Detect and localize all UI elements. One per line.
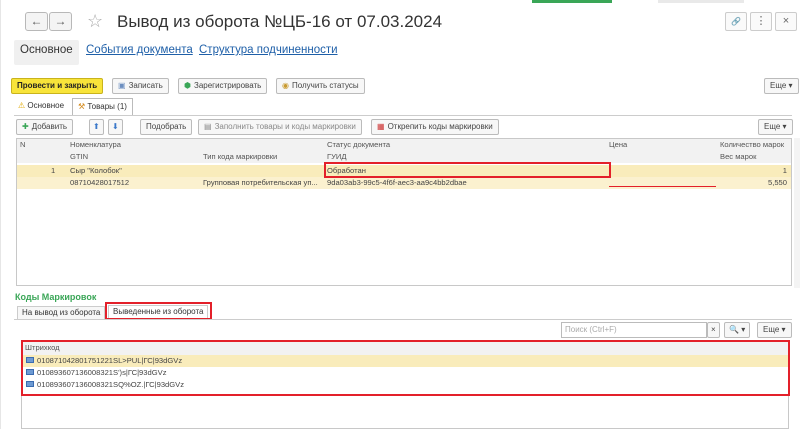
more-vertical-icon: ⋮ <box>755 15 767 27</box>
close-icon: × <box>782 15 790 27</box>
barcodes-highlight-box <box>21 340 790 396</box>
goods-more-button[interactable]: Еще ▾ <box>758 119 793 135</box>
tab-to-withdraw[interactable]: На вывод из оборота <box>17 306 106 320</box>
move-up-button[interactable]: ⬆ <box>89 119 104 135</box>
row-nomenclature: Сыр "Колобок" <box>70 166 122 175</box>
more-label: Еще <box>770 81 787 90</box>
forward-button[interactable]: → <box>49 12 72 31</box>
save-button[interactable]: ▣ Записать <box>112 78 169 94</box>
shield-icon: ⬢ <box>184 81 191 90</box>
active-window-indicator <box>532 0 612 3</box>
codes-tabs-divider <box>14 319 792 320</box>
fill-icon: ▤ <box>204 122 212 131</box>
add-label: Добавить <box>31 122 68 131</box>
register-button[interactable]: ⬢ Зарегистрировать <box>178 78 268 94</box>
tab-inner-main[interactable]: ⚠ Основное <box>13 98 69 115</box>
row-code-type: Групповая потребительская уп... <box>203 178 318 187</box>
more-button[interactable]: Еще ▾ <box>764 78 799 94</box>
codes-more-button[interactable]: Еще ▾ <box>757 322 792 338</box>
col-code-type: Тип кода маркировки <box>203 152 278 161</box>
tab-goods[interactable]: ⚒ Товары (1) <box>72 98 133 115</box>
goods-more-label: Еще <box>764 122 781 131</box>
tab-document-events[interactable]: События документа <box>86 44 193 56</box>
row-weight: 5,550 <box>767 178 787 187</box>
close-icon: × <box>711 325 716 334</box>
arrow-down-icon: ⬇ <box>112 122 119 131</box>
save-label: Записать <box>128 81 163 90</box>
window-tab-indicator <box>658 0 744 3</box>
post-and-close-button[interactable]: Провести и закрыть <box>11 78 104 94</box>
fill-goods-button[interactable]: ▤ Заполнить товары и коды маркировки <box>198 119 362 135</box>
search-button[interactable]: 🔍 ▾ <box>724 322 751 338</box>
col-nomenclature: Номенклатура <box>70 140 121 149</box>
chevron-down-icon: ▾ <box>741 325 746 334</box>
col-status: Статус документа <box>327 140 391 149</box>
row-qty: 1 <box>782 166 787 175</box>
get-statuses-label: Получить статусы <box>291 81 359 90</box>
table-row-detail[interactable]: 08710428017512 Групповая потребительская… <box>17 177 791 189</box>
chevron-down-icon: ▾ <box>788 81 793 90</box>
col-weight: Вес марок <box>720 152 757 161</box>
row-guid: 9da03ab3-99c5-4f6f-aec3-aa9c4bb2dbae <box>327 178 467 187</box>
status-highlight-box <box>324 162 611 178</box>
link-button[interactable]: 🔗 <box>725 12 747 31</box>
plus-icon: ✚ <box>22 122 29 131</box>
favorite-star-icon[interactable]: ☆ <box>87 11 103 31</box>
price-error-underline <box>609 186 716 187</box>
status-icon: ◉ <box>282 81 289 90</box>
move-down-button[interactable]: ⬇ <box>108 119 123 135</box>
detach-codes-button[interactable]: ▦ Открепить коды маркировки <box>371 119 499 135</box>
warning-icon: ⚠ <box>18 101 26 110</box>
table-header-row: N Номенклатура Статус документа Цена Кол… <box>17 139 791 151</box>
get-statuses-button[interactable]: ◉ Получить статусы <box>276 78 365 94</box>
search-clear-button[interactable]: × <box>707 322 720 338</box>
window-left-border <box>0 0 1 429</box>
tab-main[interactable]: Основное <box>14 40 79 65</box>
search-icon: 🔍 <box>729 325 739 334</box>
pick-button[interactable]: Подобрать <box>140 119 193 135</box>
search-input[interactable]: Поиск (Ctrl+F) <box>561 322 707 338</box>
chevron-down-icon: ▾ <box>782 122 787 131</box>
arrow-right-icon: → <box>54 14 67 28</box>
link-icon: 🔗 <box>731 17 741 26</box>
goods-scrollbar[interactable] <box>794 138 800 288</box>
tab-subordination-structure[interactable]: Структура подчиненности <box>199 44 338 56</box>
tab-inner-main-label: Основное <box>27 101 65 110</box>
codes-section-title: Коды Маркировок <box>15 292 97 302</box>
register-label: Зарегистрировать <box>193 81 262 90</box>
detach-icon: ▦ <box>377 122 385 131</box>
col-qty: Количество марок <box>720 140 785 149</box>
close-button[interactable]: × <box>775 12 797 31</box>
add-button[interactable]: ✚ Добавить <box>16 119 74 135</box>
goods-table: N Номенклатура Статус документа Цена Кол… <box>16 138 792 286</box>
document-title: Вывод из оборота №ЦБ-16 от 07.03.2024 <box>117 12 443 31</box>
row-gtin: 08710428017512 <box>70 178 130 187</box>
tab-goods-label: Товары (1) <box>87 102 127 111</box>
col-n: N <box>20 140 26 149</box>
back-button[interactable]: ← <box>25 12 48 31</box>
detach-codes-label: Открепить коды маркировки <box>387 122 493 131</box>
col-guid: ГУИД <box>327 152 347 161</box>
col-gtin: GTIN <box>70 152 89 161</box>
chevron-down-icon: ▾ <box>781 325 786 334</box>
codes-more-label: Еще <box>763 325 780 334</box>
row-n: 1 <box>51 166 56 175</box>
save-icon: ▣ <box>118 81 126 90</box>
arrow-left-icon: ← <box>30 14 43 28</box>
arrow-up-icon: ⬆ <box>93 122 100 131</box>
more-actions-button[interactable]: ⋮ <box>750 12 772 31</box>
col-price: Цена <box>609 140 628 149</box>
goods-icon: ⚒ <box>78 102 86 111</box>
fill-goods-label: Заполнить товары и коды маркировки <box>214 122 356 131</box>
withdrawn-tab-highlight-box <box>105 302 212 320</box>
